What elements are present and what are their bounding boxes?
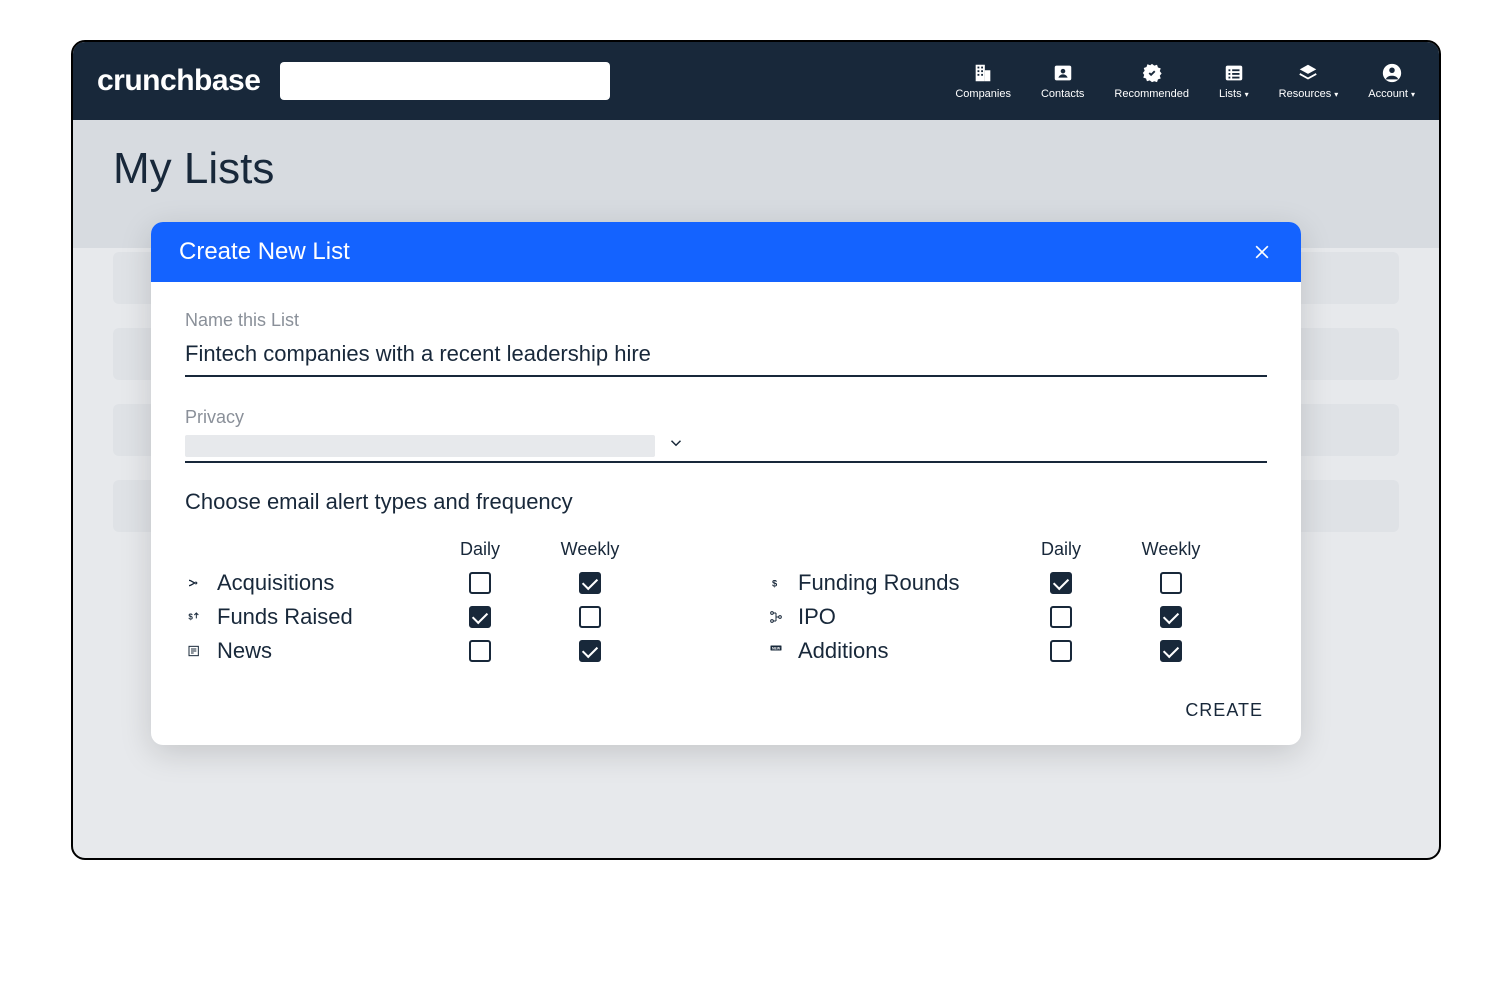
nav-label: Recommended <box>1114 88 1189 100</box>
checkbox-funding-rounds-daily[interactable] <box>1050 572 1072 594</box>
freq-header-weekly: Weekly <box>535 539 645 560</box>
freq-header-weekly: Weekly <box>1116 539 1226 560</box>
nav-lists[interactable]: Lists▾ <box>1219 62 1249 100</box>
nav-label: Contacts <box>1041 88 1084 100</box>
privacy-field-label: Privacy <box>185 407 1267 428</box>
svg-text:$: $ <box>188 613 193 622</box>
checkbox-acquisitions-daily[interactable] <box>469 572 491 594</box>
svg-text:$: $ <box>772 578 778 588</box>
contact-card-icon <box>1052 62 1074 84</box>
alert-row-funding-rounds: $ Funding Rounds <box>766 570 1267 596</box>
layers-icon <box>1297 62 1319 84</box>
freq-header-daily: Daily <box>425 539 535 560</box>
alert-label: IPO <box>798 604 836 630</box>
checkbox-news-weekly[interactable] <box>579 640 601 662</box>
alert-label: Funding Rounds <box>798 570 959 596</box>
nav-label: Lists <box>1219 88 1242 100</box>
user-icon <box>1381 62 1403 84</box>
news-icon <box>185 641 205 661</box>
checkbox-acquisitions-weekly[interactable] <box>579 572 601 594</box>
freq-header-daily: Daily <box>1006 539 1116 560</box>
checkbox-funding-rounds-weekly[interactable] <box>1160 572 1182 594</box>
nav-resources[interactable]: Resources▾ <box>1279 62 1339 100</box>
dollar-up-icon: $ <box>185 607 205 627</box>
privacy-value-placeholder <box>185 435 655 457</box>
name-field-label: Name this List <box>185 310 1267 331</box>
svg-text:NEW: NEW <box>772 647 781 651</box>
create-list-modal: Create New List Name this List Privacy C… <box>151 222 1301 745</box>
checkbox-funds-raised-daily[interactable] <box>469 606 491 628</box>
search-input[interactable] <box>280 62 610 100</box>
page-title: My Lists <box>113 144 1399 194</box>
alerts-grid: Daily Weekly Acquisitions $ <box>185 539 1267 672</box>
building-icon <box>972 62 994 84</box>
alert-label: News <box>217 638 272 664</box>
checkbox-news-daily[interactable] <box>469 640 491 662</box>
nav-recommended[interactable]: Recommended <box>1114 62 1189 100</box>
nav-companies[interactable]: Companies <box>955 62 1011 100</box>
brand-logo: crunchbase <box>97 64 260 98</box>
alert-row-additions: NEW Additions <box>766 638 1267 664</box>
nav-contacts[interactable]: Contacts <box>1041 62 1084 100</box>
list-icon <box>1223 62 1245 84</box>
modal-body: Name this List Privacy Choose email aler… <box>151 282 1301 745</box>
close-button[interactable] <box>1251 241 1273 263</box>
checkbox-ipo-daily[interactable] <box>1050 606 1072 628</box>
alert-label: Funds Raised <box>217 604 353 630</box>
nav-label: Account <box>1368 88 1408 100</box>
nav-label: Resources <box>1279 88 1332 100</box>
create-button[interactable]: CREATE <box>1181 694 1267 727</box>
alert-row-news: News <box>185 638 686 664</box>
checkbox-additions-weekly[interactable] <box>1160 640 1182 662</box>
chevron-down-icon: ▾ <box>1245 90 1249 99</box>
new-badge-icon: NEW <box>766 641 786 661</box>
alert-label: Acquisitions <box>217 570 334 596</box>
alert-row-ipo: IPO <box>766 604 1267 630</box>
checkbox-funds-raised-weekly[interactable] <box>579 606 601 628</box>
navbar: crunchbase Companies Contacts Recomm <box>73 42 1439 120</box>
privacy-select[interactable] <box>185 434 1267 463</box>
nav-items: Companies Contacts Recommended Lists▾ <box>955 62 1415 100</box>
alerts-column-right: Daily Weekly $ Funding Rounds <box>766 539 1267 672</box>
checkbox-ipo-weekly[interactable] <box>1160 606 1182 628</box>
alerts-heading: Choose email alert types and frequency <box>185 489 1267 515</box>
alerts-column-left: Daily Weekly Acquisitions $ <box>185 539 686 672</box>
list-name-input[interactable] <box>185 337 1267 377</box>
modal-header: Create New List <box>151 222 1301 282</box>
alert-row-acquisitions: Acquisitions <box>185 570 686 596</box>
nav-account[interactable]: Account▾ <box>1368 62 1415 100</box>
alert-row-funds-raised: $ Funds Raised <box>185 604 686 630</box>
checkbox-additions-daily[interactable] <box>1050 640 1072 662</box>
alert-label: Additions <box>798 638 889 664</box>
modal-title: Create New List <box>179 238 350 266</box>
chevron-down-icon <box>667 434 685 457</box>
merge-icon <box>185 573 205 593</box>
badge-icon <box>1141 62 1163 84</box>
chevron-down-icon: ▾ <box>1334 90 1338 99</box>
app-frame: crunchbase Companies Contacts Recomm <box>71 40 1441 860</box>
nav-label: Companies <box>955 88 1011 100</box>
chevron-down-icon: ▾ <box>1411 90 1415 99</box>
ipo-icon <box>766 607 786 627</box>
dollar-icon: $ <box>766 573 786 593</box>
close-icon <box>1252 242 1272 262</box>
